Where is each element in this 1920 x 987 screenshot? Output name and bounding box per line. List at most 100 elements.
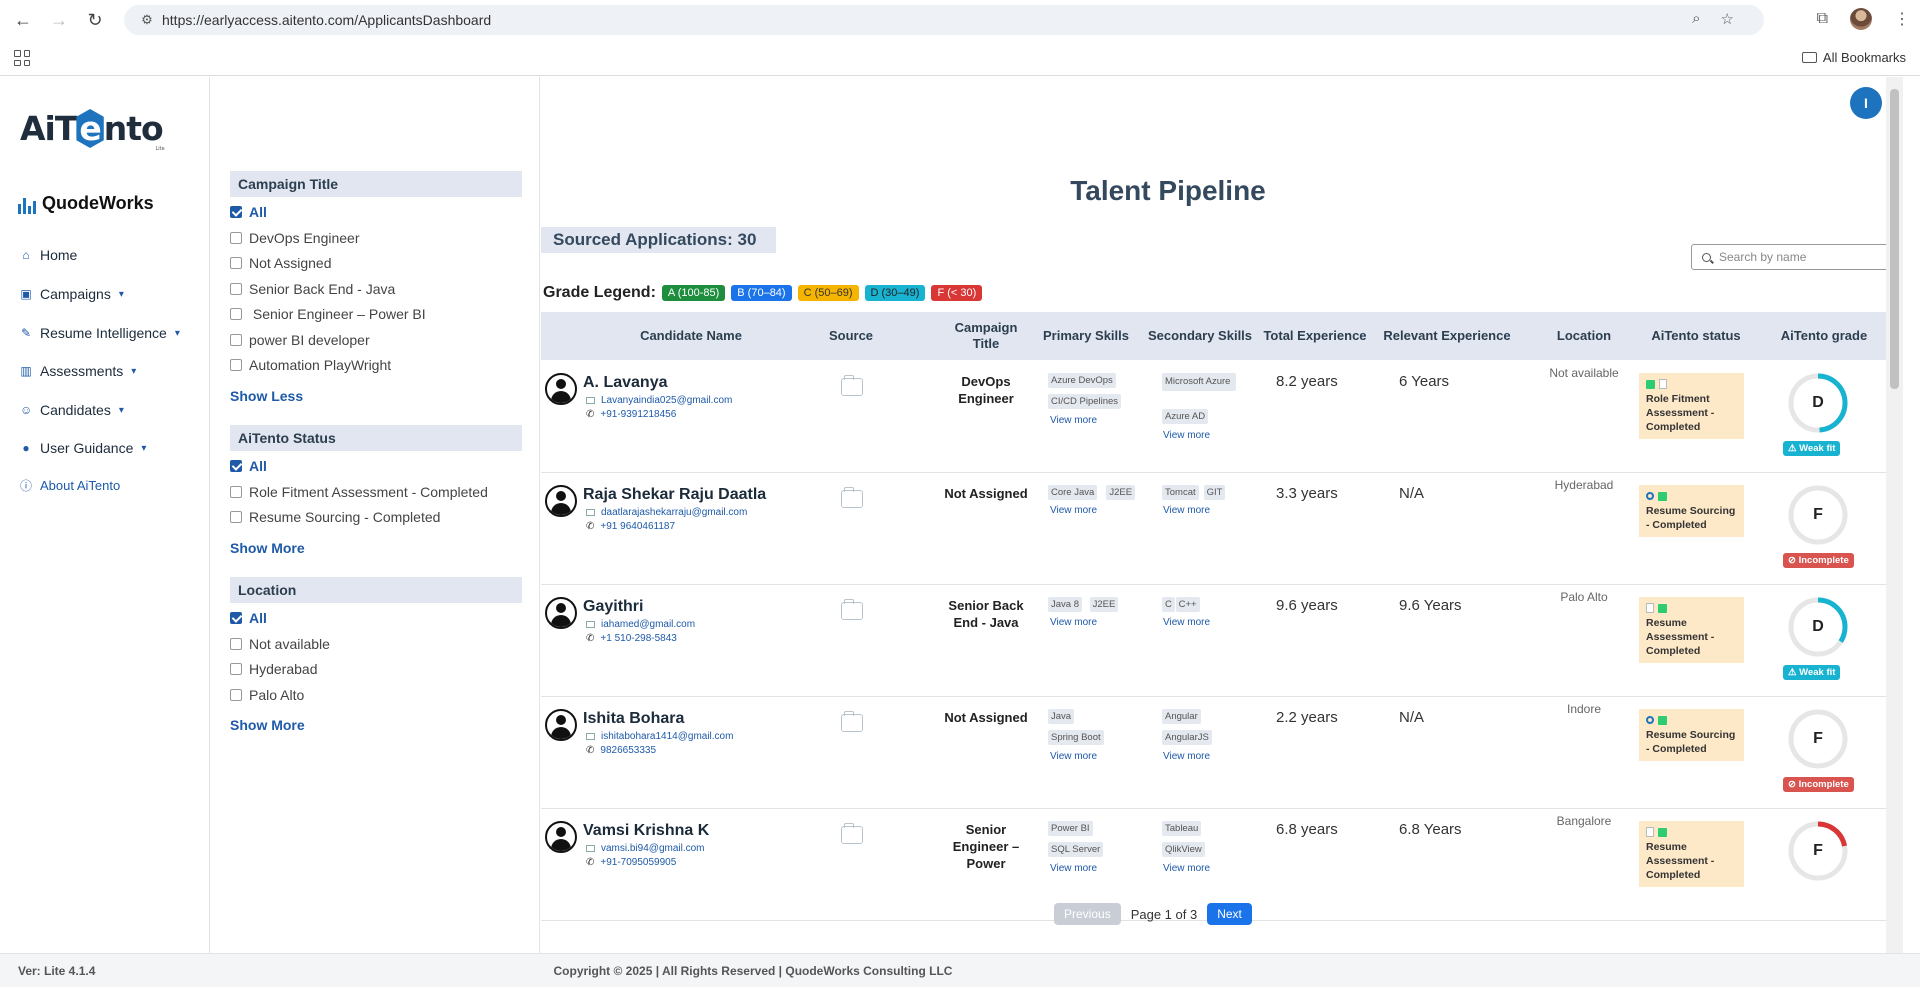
profile-avatar[interactable]	[1850, 8, 1872, 30]
checkbox[interactable]	[230, 334, 242, 346]
address-bar[interactable]: ⚙ https://earlyaccess.aitento.com/Applic…	[124, 5, 1764, 35]
primary-view-more-link[interactable]: View more	[1050, 415, 1097, 426]
filter-campaign-option[interactable]: power BI developer	[230, 332, 370, 348]
candidate-name[interactable]: Gayithri	[583, 598, 643, 616]
checkbox[interactable]	[230, 283, 242, 295]
site-settings-icon[interactable]: ⚙	[132, 12, 162, 28]
checkbox[interactable]	[230, 308, 242, 320]
apps-icon[interactable]	[14, 50, 30, 66]
nav-about[interactable]: ⓘ About AiTento	[20, 477, 120, 494]
filter-location-option[interactable]: Not available	[230, 636, 330, 652]
col-location[interactable]: Location	[1529, 312, 1639, 360]
next-button[interactable]: Next	[1207, 903, 1252, 925]
table-row[interactable]: A. Lavanya Lavanyaindia025@gmail.com ✆ +91-…	[541, 361, 1889, 473]
primary-view-more-link[interactable]: View more	[1050, 505, 1097, 516]
checkbox[interactable]	[230, 359, 242, 371]
bookmark-star-icon[interactable]: ☆	[1721, 10, 1734, 28]
filter-campaign-option[interactable]: Not Assigned	[230, 255, 332, 271]
secondary-view-more-link[interactable]: View more	[1163, 505, 1210, 516]
col-relevant-experience[interactable]: Relevant Experience	[1377, 312, 1517, 360]
checkbox[interactable]	[230, 257, 242, 269]
checkbox[interactable]	[230, 689, 242, 701]
col-aitento-grade[interactable]: AiTento grade	[1769, 312, 1879, 360]
checkbox[interactable]	[230, 232, 242, 244]
filter-location-option[interactable]: Hyderabad	[230, 661, 318, 677]
secondary-view-more-link[interactable]: View more	[1163, 430, 1210, 441]
forward-icon[interactable]: →	[46, 7, 72, 33]
source-folder-icon[interactable]	[841, 487, 863, 508]
primary-view-more-link[interactable]: View more	[1050, 617, 1097, 628]
user-avatar[interactable]: I	[1850, 87, 1882, 119]
filter-campaign-all[interactable]: All	[230, 204, 267, 220]
checkbox[interactable]	[230, 663, 242, 675]
col-aitento-status[interactable]: AiTento status	[1641, 312, 1751, 360]
table-row[interactable]: Raja Shekar Raju Daatla daatlarajashekarr…	[541, 473, 1889, 585]
col-candidate-name[interactable]: Candidate Name	[581, 312, 801, 360]
nav-assessments[interactable]: ▥ Assessments ▾	[20, 363, 136, 379]
location-show-more-link[interactable]: Show More	[230, 717, 305, 733]
nav-candidates[interactable]: ☺ Candidates ▾	[20, 402, 124, 418]
aitento-logo[interactable]: AiTento Lite	[20, 109, 165, 152]
candidate-email[interactable]: daatlarajashekarraju@gmail.com	[586, 507, 747, 518]
col-primary-skills[interactable]: Primary Skills	[1038, 312, 1134, 360]
back-icon[interactable]: ←	[10, 7, 36, 33]
status-show-more-link[interactable]: Show More	[230, 540, 305, 556]
checkbox[interactable]	[230, 206, 242, 218]
filter-campaign-option[interactable]: Senior Engineer – Power BI	[230, 306, 426, 322]
col-secondary-skills[interactable]: Secondary Skills	[1142, 312, 1258, 360]
nav-campaigns[interactable]: ▣ Campaigns ▾	[20, 286, 124, 302]
filter-status-all[interactable]: All	[230, 458, 267, 474]
source-folder-icon[interactable]	[841, 375, 863, 396]
filter-campaign-option[interactable]: Automation PlayWright	[230, 357, 391, 373]
secondary-view-more-link[interactable]: View more	[1163, 863, 1210, 874]
nav-resume-intelligence[interactable]: ✎ Resume Intelligence ▾	[20, 325, 180, 341]
checkbox[interactable]	[230, 486, 242, 498]
source-folder-icon[interactable]	[841, 711, 863, 732]
search-icon	[1646, 716, 1654, 724]
filter-campaign-option[interactable]: Senior Back End - Java	[230, 281, 395, 297]
document-icon	[1646, 827, 1654, 837]
candidate-email[interactable]: ishitabohara1414@gmail.com	[586, 731, 733, 742]
col-total-experience[interactable]: Total Experience	[1260, 312, 1370, 360]
checkbox[interactable]	[230, 511, 242, 523]
checkbox[interactable]	[230, 612, 242, 624]
scroll-thumb[interactable]	[1890, 89, 1899, 389]
nav-home[interactable]: ⌂ Home	[20, 247, 77, 263]
filter-status-option[interactable]: Role Fitment Assessment - Completed	[230, 484, 488, 500]
col-campaign-title[interactable]: Campaign Title	[941, 312, 1031, 360]
menu-icon[interactable]: ⋮	[1894, 9, 1910, 29]
candidate-name[interactable]: Vamsi Krishna K	[583, 822, 709, 840]
secondary-view-more-link[interactable]: View more	[1163, 751, 1210, 762]
primary-view-more-link[interactable]: View more	[1050, 751, 1097, 762]
nav-user-guidance[interactable]: ● User Guidance ▾	[20, 440, 146, 456]
candidate-name[interactable]: A. Lavanya	[583, 374, 667, 392]
candidate-email[interactable]: iahamed@gmail.com	[586, 619, 695, 630]
source-folder-icon[interactable]	[841, 599, 863, 620]
candidate-name[interactable]: Raja Shekar Raju Daatla	[583, 486, 766, 504]
zoom-icon[interactable]: ⌕	[1692, 10, 1700, 28]
extensions-icon[interactable]: ⧉	[1817, 10, 1828, 28]
filter-location-all[interactable]: All	[230, 610, 267, 626]
table-row[interactable]: Gayithri iahamed@gmail.com ✆ +1 510-298-584…	[541, 585, 1889, 697]
filter-campaign-option[interactable]: DevOps Engineer	[230, 230, 360, 246]
source-folder-icon[interactable]	[841, 823, 863, 844]
all-bookmarks[interactable]: All Bookmarks	[1801, 50, 1906, 65]
reload-icon[interactable]: ↻	[82, 7, 108, 33]
url-text[interactable]: https://earlyaccess.aitento.com/Applican…	[162, 12, 491, 28]
previous-button[interactable]: Previous	[1054, 903, 1121, 925]
filter-status-option[interactable]: Resume Sourcing - Completed	[230, 509, 440, 525]
checkbox[interactable]	[230, 638, 242, 650]
primary-view-more-link[interactable]: View more	[1050, 863, 1097, 874]
page-scrollbar[interactable]	[1886, 77, 1903, 953]
secondary-view-more-link[interactable]: View more	[1163, 617, 1210, 628]
campaign-show-less-link[interactable]: Show Less	[230, 388, 303, 404]
candidate-email[interactable]: Lavanyaindia025@gmail.com	[586, 395, 732, 406]
checkbox[interactable]	[230, 460, 242, 472]
search-input[interactable]: Search by name	[1691, 244, 1892, 270]
primary-skill-tag: Power BI	[1048, 821, 1093, 836]
candidate-name[interactable]: Ishita Bohara	[583, 710, 684, 728]
table-row[interactable]: Ishita Bohara ishitabohara1414@gmail.com ✆…	[541, 697, 1889, 809]
candidate-email[interactable]: vamsi.bi94@gmail.com	[586, 843, 705, 854]
filter-location-option[interactable]: Palo Alto	[230, 687, 304, 703]
col-source[interactable]: Source	[811, 312, 891, 360]
